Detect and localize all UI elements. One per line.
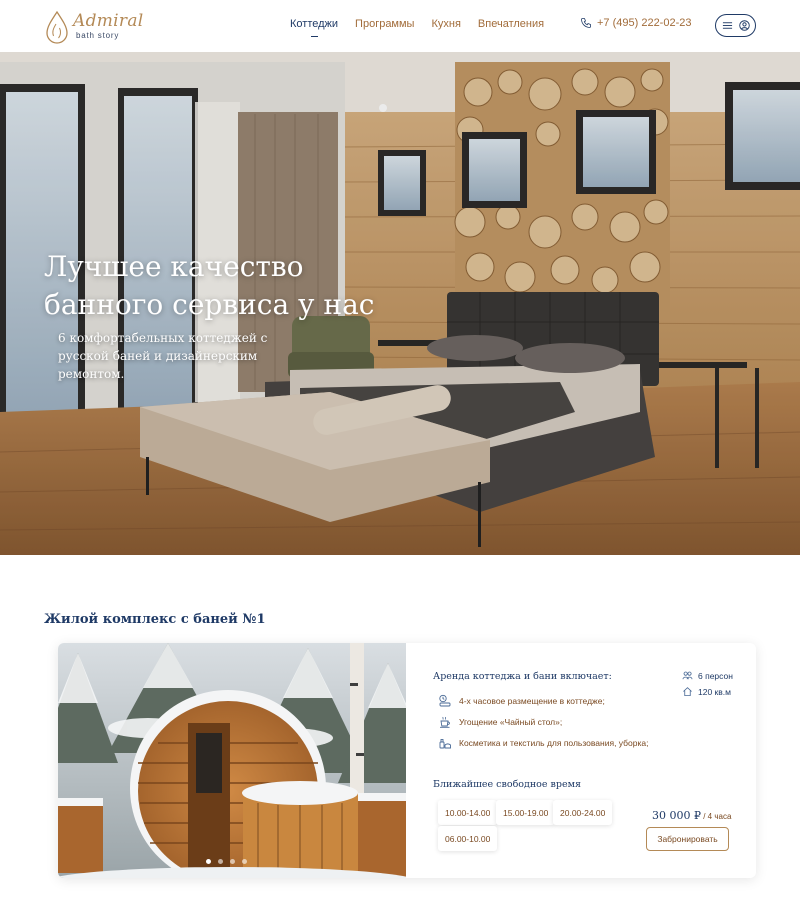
price-label: 30 000 ₽ / 4 часа [652, 809, 731, 822]
feature-text: Угощение «Чайный стол»; [459, 717, 563, 727]
slider-dot[interactable] [206, 859, 211, 864]
hero-subtitle: 6 комфортабельных коттеджей с русской ба… [58, 331, 268, 381]
menu-account-toggle[interactable] [715, 14, 756, 37]
nav-item-cottages[interactable]: Коттеджи [290, 18, 338, 37]
cosmetics-icon [439, 739, 451, 749]
people-icon [682, 671, 693, 680]
nav-item-impressions[interactable]: Впечатления [478, 18, 544, 30]
guests-stat: 6 персон [682, 670, 733, 681]
main-nav: Коттеджи Программы Кухня Впечатления [290, 18, 561, 37]
logo-tagline: bath story [76, 31, 120, 40]
slots-title: Ближайшее свободное время [433, 779, 581, 790]
nav-item-kitchen[interactable]: Кухня [431, 18, 460, 30]
drop-logo-icon [46, 10, 68, 44]
hamburger-icon[interactable] [722, 20, 733, 31]
feature-item: 4-х часовое размещение в коттедже; [438, 694, 605, 708]
time-slot-button[interactable]: 06.00-10.00 [438, 826, 498, 851]
logo-wordmark: Admiral [73, 11, 144, 31]
area-stat: 120 кв.м [682, 686, 731, 697]
guests-text: 6 персон [698, 670, 733, 681]
phone-icon [581, 18, 591, 28]
phone-number: +7 (495) 222-02-23 [597, 17, 692, 29]
price-value: 30 000 ₽ [652, 809, 701, 822]
includes-title: Аренда коттеджа и бани включает: [433, 671, 612, 682]
cottage-photo[interactable] [58, 643, 406, 878]
cottage-card: Аренда коттеджа и бани включает: 4-х час… [58, 643, 756, 878]
slider-dot[interactable] [230, 859, 235, 864]
slider-dots [206, 859, 247, 864]
feature-text: Косметика и текстиль для пользования, уб… [459, 738, 649, 748]
feature-item: Косметика и текстиль для пользования, уб… [438, 736, 648, 750]
hero-title: Лучшее качество банного сервиса у нас [44, 250, 375, 321]
price-unit: / 4 часа [700, 812, 732, 821]
time-slot-button[interactable]: 10.00-14.00 [438, 800, 498, 825]
phone-link[interactable]: +7 (495) 222-02-23 [580, 17, 691, 29]
section-title: Жилой комплекс с баней №1 [44, 612, 266, 627]
clock-bed-icon [439, 694, 451, 707]
time-slot-button[interactable]: 20.00-24.00 [553, 800, 613, 825]
user-icon[interactable] [738, 20, 750, 31]
site-header: Admiral bath story Коттеджи Программы Ку… [0, 0, 800, 52]
book-button[interactable]: Забронировать [646, 827, 729, 851]
hero-banner: Лучшее качество банного сервиса у нас 6 … [0, 52, 800, 555]
feature-text: 4-х часовое размещение в коттедже; [459, 696, 605, 706]
time-slot-button[interactable]: 15.00-19.00 [496, 800, 556, 825]
feature-item: Угощение «Чайный стол»; [438, 715, 562, 729]
slider-dot[interactable] [242, 859, 247, 864]
brand-logo[interactable]: Admiral bath story [44, 10, 144, 44]
nav-item-programs[interactable]: Программы [355, 18, 414, 30]
slider-dot[interactable] [218, 859, 223, 864]
area-text: 120 кв.м [698, 686, 731, 697]
house-icon [683, 687, 692, 697]
tea-icon [440, 716, 450, 728]
